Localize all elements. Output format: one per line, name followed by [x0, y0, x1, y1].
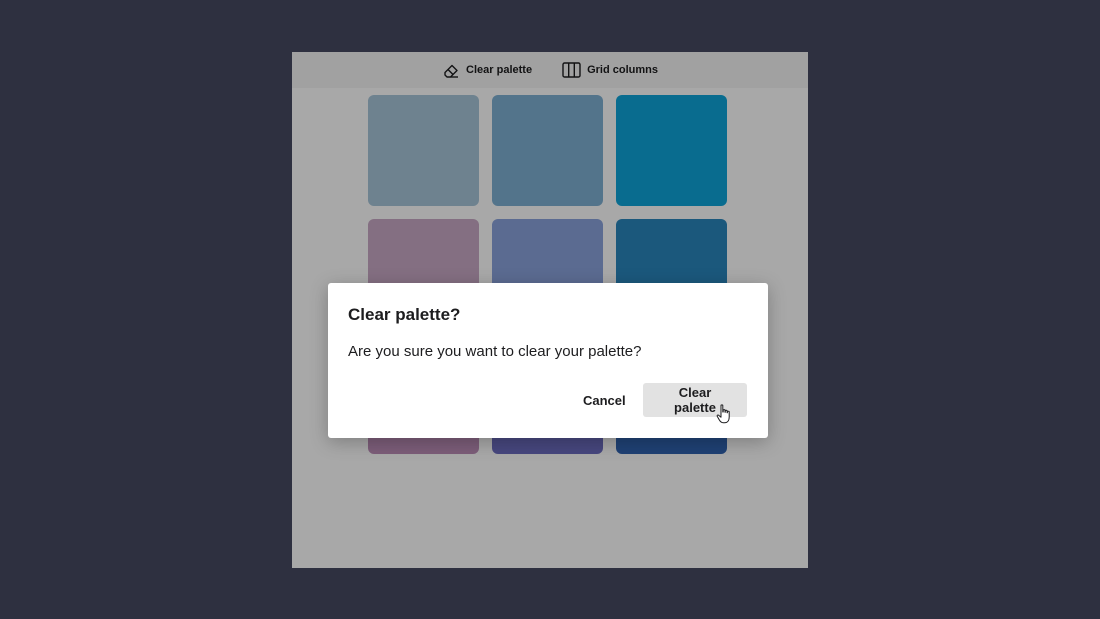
dialog-title: Clear palette? [348, 305, 461, 324]
dialog-message: Are you sure you want to clear your pale… [348, 343, 642, 360]
cancel-button[interactable]: Cancel [569, 383, 640, 417]
hand-pointer-cursor-icon [716, 404, 730, 424]
clear-palette-dialog: Clear palette? Are you sure you want to … [328, 283, 768, 438]
